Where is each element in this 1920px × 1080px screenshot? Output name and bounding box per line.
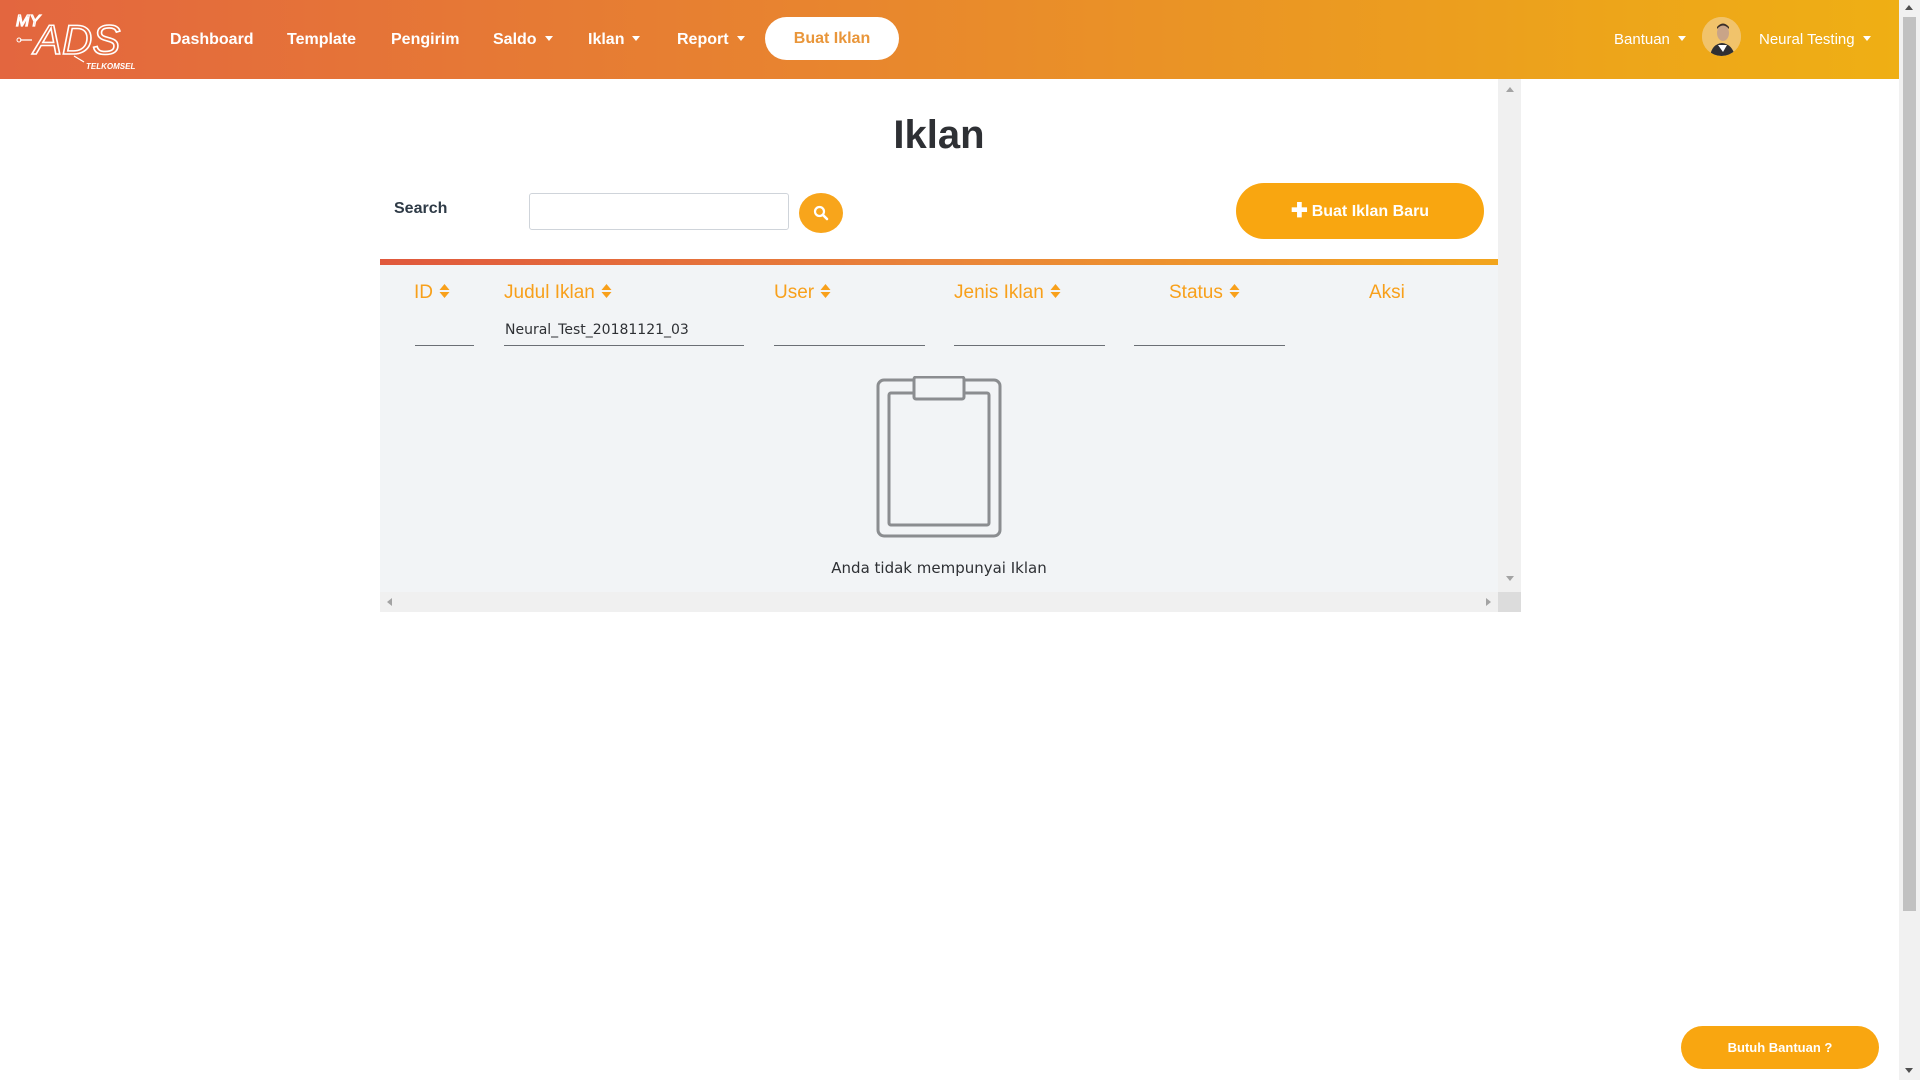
sort-icon xyxy=(1229,284,1240,298)
top-navbar: MY ADS TELKOMSEL Dashboard Template Peng… xyxy=(0,0,1899,79)
column-header-status[interactable]: Status xyxy=(1169,282,1240,304)
nav-dashboard[interactable]: Dashboard xyxy=(170,0,254,79)
sort-icon xyxy=(601,284,612,298)
nav-report-dropdown[interactable]: Report xyxy=(677,0,745,79)
scroll-right-arrow-icon[interactable] xyxy=(1486,598,1491,606)
scroll-up-arrow-icon[interactable] xyxy=(1506,87,1514,92)
plus-icon: ✚ xyxy=(1290,200,1308,222)
search-input[interactable] xyxy=(529,193,789,230)
search-button[interactable] xyxy=(799,193,843,233)
butuh-bantuan-button[interactable]: Butuh Bantuan ? xyxy=(1681,1026,1879,1069)
scroll-left-arrow-icon[interactable] xyxy=(387,598,392,606)
search-label: Search xyxy=(394,200,448,217)
buat-iklan-nav-button[interactable]: Buat Iklan xyxy=(765,17,899,60)
nav-template[interactable]: Template xyxy=(287,0,356,79)
buat-iklan-baru-label: Buat Iklan Baru xyxy=(1311,203,1430,220)
filter-id-input[interactable] xyxy=(415,314,474,346)
table-vertical-scrollbar[interactable] xyxy=(1498,79,1521,592)
avatar-image xyxy=(1702,17,1741,56)
sort-icon xyxy=(820,284,831,298)
chevron-down-icon xyxy=(736,36,745,41)
search-icon xyxy=(813,205,829,221)
column-header-aksi: Aksi xyxy=(1369,282,1405,303)
filter-status-input[interactable] xyxy=(1134,314,1285,346)
nav-iklan-dropdown[interactable]: Iklan xyxy=(588,0,641,79)
empty-state-message: Anda tidak mempunyai Iklan xyxy=(831,559,1047,577)
chevron-down-icon xyxy=(1862,36,1871,41)
column-header-user[interactable]: User xyxy=(774,282,831,304)
svg-text:ADS: ADS xyxy=(31,16,120,63)
table-horizontal-scrollbar[interactable] xyxy=(380,592,1521,612)
nav-bantuan-dropdown[interactable]: Bantuan xyxy=(1614,0,1686,79)
page-scrollbar-thumb[interactable] xyxy=(1903,17,1916,911)
page-title: Iklan xyxy=(893,113,985,157)
chevron-down-icon xyxy=(632,36,641,41)
column-header-jenis-iklan[interactable]: Jenis Iklan xyxy=(954,282,1061,304)
column-header-judul-iklan[interactable]: Judul Iklan xyxy=(504,282,612,304)
svg-text:TELKOMSEL: TELKOMSEL xyxy=(86,62,135,71)
page-scroll-down-icon[interactable] xyxy=(1905,1068,1913,1073)
chevron-down-icon xyxy=(544,36,553,41)
page-scroll-up-icon[interactable] xyxy=(1905,5,1913,10)
chevron-down-icon xyxy=(1677,36,1686,41)
nav-saldo-dropdown[interactable]: Saldo xyxy=(493,0,553,79)
filter-jenis-iklan-input[interactable] xyxy=(954,314,1105,346)
scroll-down-arrow-icon[interactable] xyxy=(1506,576,1514,581)
column-header-id[interactable]: ID xyxy=(414,282,450,304)
user-avatar[interactable] xyxy=(1702,17,1741,56)
filter-user-input[interactable] xyxy=(774,314,925,346)
filter-judul-iklan-input[interactable] xyxy=(504,314,744,346)
nav-user-dropdown[interactable]: Neural Testing xyxy=(1759,0,1871,79)
sort-icon xyxy=(1050,284,1061,298)
nav-pengirim[interactable]: Pengirim xyxy=(391,0,459,79)
scrollbar-corner xyxy=(1498,592,1521,612)
sort-icon xyxy=(439,284,450,298)
clipboard-icon xyxy=(876,376,1002,538)
myads-telkomsel-logo[interactable]: MY ADS TELKOMSEL xyxy=(14,6,138,72)
buat-iklan-baru-button[interactable]: ✚ Buat Iklan Baru xyxy=(1236,183,1484,239)
